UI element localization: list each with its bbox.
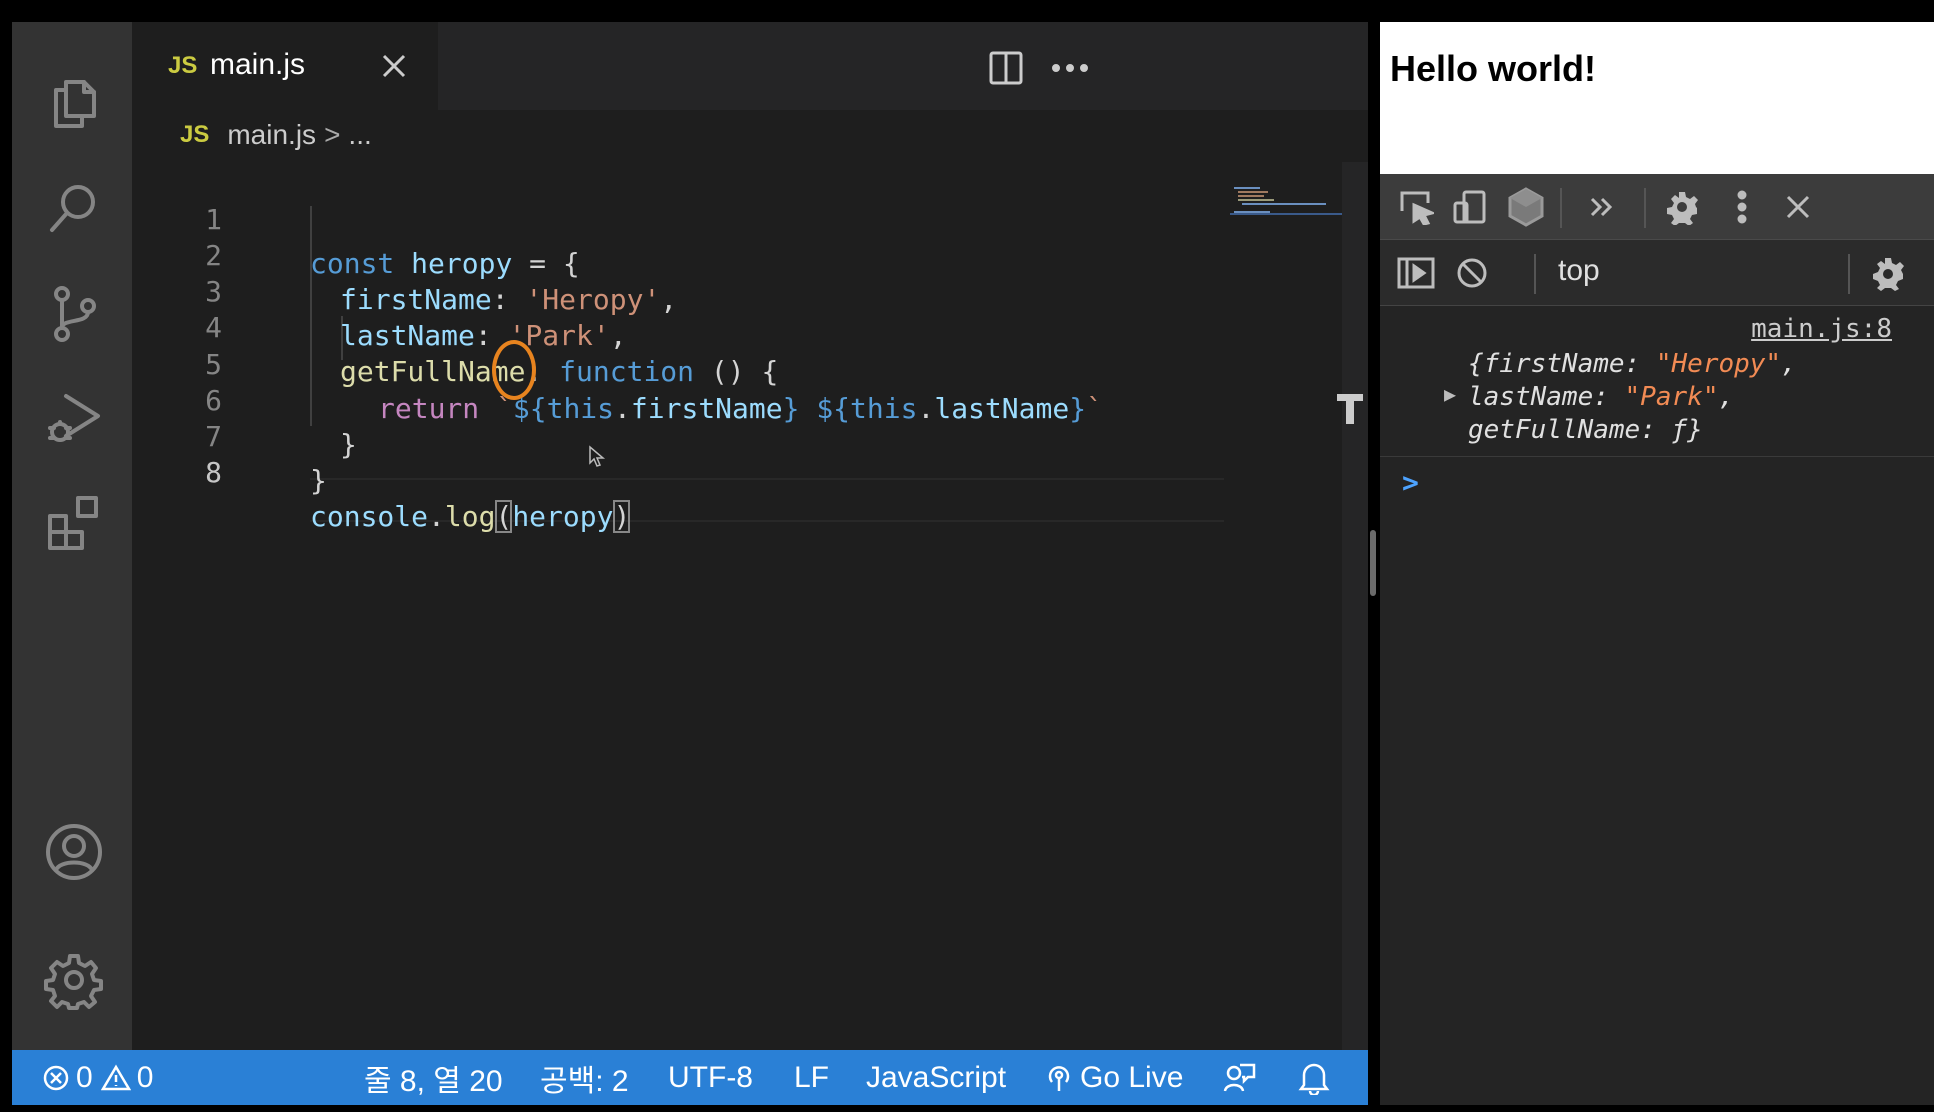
breadcrumb-separator: > <box>324 119 341 150</box>
devtools-panel: top main.js:8 ▶ {firstName: "Heropy", la… <box>1380 174 1934 1105</box>
breadcrumb-file[interactable]: main.js <box>227 119 316 151</box>
log-divider <box>1380 456 1934 457</box>
toolbar-separator <box>1560 188 1562 228</box>
language-mode[interactable]: JavaScript <box>866 1050 1006 1105</box>
obj-key: getFullName <box>1468 415 1641 445</box>
feedback-icon[interactable] <box>1222 1050 1256 1105</box>
minimap[interactable] <box>1230 186 1342 216</box>
inspect-element-icon[interactable] <box>1394 185 1438 229</box>
extension-3d-icon[interactable] <box>1504 185 1548 229</box>
tab-label: main.js <box>210 48 306 81</box>
devtools-settings-gear-icon[interactable] <box>1660 185 1704 229</box>
show-sidebar-icon[interactable] <box>1394 251 1438 295</box>
extensions-icon[interactable] <box>44 492 104 552</box>
expand-triangle-icon[interactable]: ▶ <box>1444 382 1456 406</box>
tab-bar: JS main.js <box>132 22 1368 110</box>
cursor-position[interactable]: 줄 8, 열 20 <box>364 1050 503 1105</box>
bracket-match: ( <box>495 500 513 533</box>
mouse-pointer-icon <box>589 445 606 467</box>
split-editor-icon[interactable] <box>984 46 1028 90</box>
console-settings-gear-icon[interactable] <box>1866 251 1910 295</box>
status-bar: 0 0 줄 8, 열 20 공백: 2 UTF-8 LF JavaScript … <box>12 1050 1368 1105</box>
js-file-icon: JS <box>168 52 198 79</box>
close-devtools-icon[interactable] <box>1776 185 1820 229</box>
obj-value: "Heropy" <box>1655 349 1782 379</box>
method-name: log <box>444 500 496 533</box>
log-source-link[interactable]: main.js:8 <box>1751 314 1892 344</box>
warning-icon <box>100 1064 131 1090</box>
obj-value: "Park" <box>1624 382 1719 412</box>
bracket-match: ) <box>613 500 631 533</box>
js-file-icon: JS <box>180 121 210 148</box>
log-object-preview[interactable]: {firstName: "Heropy", lastName: "Park", … <box>1468 348 1908 447</box>
customize-menu-icon[interactable] <box>1720 185 1764 229</box>
error-count: 0 <box>76 1060 93 1094</box>
clear-console-icon[interactable] <box>1450 251 1494 295</box>
more-actions-icon[interactable] <box>1048 46 1092 90</box>
console-toolbar: top <box>1380 240 1934 306</box>
error-icon <box>43 1065 69 1090</box>
warning-count: 0 <box>136 1060 154 1094</box>
identifier: console <box>310 500 429 533</box>
settings-gear-icon[interactable] <box>44 950 104 1010</box>
vscode-window: JS main.js JS main.js > ... 1 const hero… <box>12 22 1368 1105</box>
pane-resize-handle[interactable] <box>1370 530 1376 596</box>
search-icon[interactable] <box>44 178 104 238</box>
indentation[interactable]: 공백: 2 <box>540 1050 629 1105</box>
go-live-button[interactable]: Go Live <box>1044 1050 1183 1105</box>
device-toolbar-icon[interactable] <box>1448 185 1492 229</box>
run-debug-icon[interactable] <box>44 388 104 448</box>
page-heading: Hello world! <box>1390 48 1596 89</box>
punctuation: . <box>428 500 445 533</box>
accounts-icon[interactable] <box>44 822 104 882</box>
console-prompt[interactable]: > <box>1402 466 1419 499</box>
notifications-bell-icon[interactable] <box>1298 1050 1330 1105</box>
identifier: heropy <box>512 500 614 533</box>
obj-key: firstName <box>1483 349 1625 379</box>
toolbar-separator <box>1848 254 1850 294</box>
source-control-icon[interactable] <box>44 284 104 344</box>
text-cursor-icon <box>1337 394 1363 424</box>
browser-viewport: Hello world! <box>1380 22 1934 174</box>
broadcast-icon <box>1048 1065 1070 1091</box>
close-icon[interactable] <box>372 44 416 88</box>
encoding[interactable]: UTF-8 <box>668 1050 753 1105</box>
go-live-label: Go Live <box>1080 1060 1184 1094</box>
obj-key: lastName <box>1468 382 1594 412</box>
more-tabs-chevrons-icon[interactable] <box>1580 185 1624 229</box>
tab-main-js[interactable]: JS main.js <box>132 22 438 110</box>
toolbar-separator <box>1644 188 1646 228</box>
code-editor[interactable]: 1 const heropy = { 2 firstName: 'Heropy'… <box>132 162 1342 1042</box>
obj-value: ƒ <box>1671 415 1688 445</box>
breadcrumb: JS main.js > ... <box>132 110 1132 160</box>
breadcrumb-symbols[interactable]: ... <box>348 119 371 151</box>
explorer-icon[interactable] <box>44 74 104 134</box>
toolbar-separator <box>1534 254 1536 294</box>
context-selector[interactable]: top <box>1558 254 1600 288</box>
cursor-highlight-circle <box>492 340 536 400</box>
punctuation: } <box>310 464 327 497</box>
activity-bar <box>12 22 132 1050</box>
obj-brace: } <box>1687 415 1703 445</box>
console-output[interactable]: main.js:8 ▶ {firstName: "Heropy", lastNa… <box>1380 306 1934 1105</box>
end-of-line[interactable]: LF <box>794 1050 829 1105</box>
editor-scrollbar[interactable] <box>1342 162 1368 1050</box>
code-line: 8 console.log(heropy) <box>132 407 1232 533</box>
devtools-toolbar <box>1380 174 1934 240</box>
problems-indicator[interactable]: 0 0 <box>42 1050 153 1105</box>
line-number: 8 <box>205 456 222 489</box>
obj-brace: { <box>1468 349 1484 379</box>
